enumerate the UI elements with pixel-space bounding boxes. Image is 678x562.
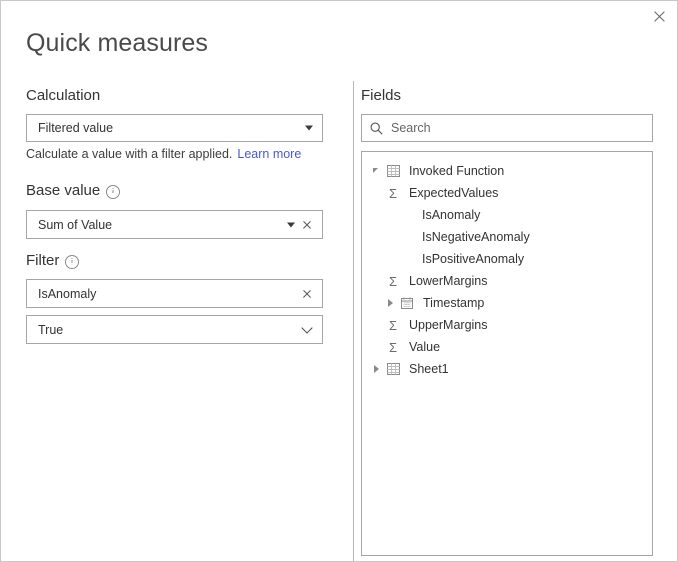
chevron-down-icon[interactable] <box>302 121 316 135</box>
tree-item-invoked-function[interactable]: Invoked Function <box>362 160 652 182</box>
search-icon <box>370 122 383 135</box>
filter-condition-dropdown[interactable]: True <box>26 315 323 344</box>
collapse-triangle-icon[interactable] <box>370 164 384 178</box>
calculation-help-label: Calculate a value with a filter applied. <box>26 147 233 161</box>
tree-item-ispositiveanomaly[interactable]: IsPositiveAnomaly <box>362 248 652 270</box>
grid-icon <box>384 363 402 375</box>
fields-heading-label: Fields <box>361 87 402 104</box>
filter-heading: Filter <box>26 252 80 269</box>
tree-item-isnegativeanomaly[interactable]: IsNegativeAnomaly <box>362 226 652 248</box>
info-icon[interactable] <box>65 254 80 269</box>
calculation-heading: Calculation <box>26 87 100 104</box>
sigma-icon: Σ <box>388 317 398 333</box>
chevron-down-icon[interactable] <box>284 218 298 232</box>
clear-icon[interactable] <box>298 216 316 234</box>
fields-heading: Fields <box>361 87 401 104</box>
tree-item-label: Invoked Function <box>409 164 505 178</box>
base-value-field[interactable]: Sum of Value <box>26 210 323 239</box>
tree-item-value[interactable]: Σ Value <box>362 336 652 358</box>
filter-condition-text: True <box>38 322 64 337</box>
tree-item-label: IsPositiveAnomaly <box>422 252 525 266</box>
calculation-help-text: Calculate a value with a filter applied.… <box>26 147 301 161</box>
tree-item-isanomaly[interactable]: IsAnomaly <box>362 204 652 226</box>
tree-item-label: LowerMargins <box>409 274 488 288</box>
search-box[interactable] <box>361 114 653 142</box>
filter-heading-label: Filter <box>26 252 60 269</box>
tree-item-label: Timestamp <box>423 296 485 310</box>
filter-field-text: IsAnomaly <box>38 286 97 301</box>
sigma-icon: Σ <box>388 185 398 201</box>
grid-icon <box>384 165 402 177</box>
chevron-down-icon[interactable] <box>298 321 316 339</box>
tree-item-lowermargins[interactable]: Σ LowerMargins <box>362 270 652 292</box>
calculation-dropdown[interactable]: Filtered value <box>26 114 323 142</box>
calendar-icon <box>398 297 416 309</box>
tree-item-label: Value <box>409 340 441 354</box>
base-value-text: Sum of Value <box>38 217 113 232</box>
tree-item-label: ExpectedValues <box>409 186 499 200</box>
tree-item-sheet1[interactable]: Sheet1 <box>362 358 652 380</box>
sigma-icon: Σ <box>388 339 398 355</box>
sigma-icon: Σ <box>388 273 398 289</box>
calculation-selected-value: Filtered value <box>38 121 114 135</box>
info-icon[interactable] <box>106 184 121 199</box>
calculation-heading-label: Calculation <box>26 87 101 104</box>
left-panel: Calculation Filtered value Calculate a v… <box>1 1 353 561</box>
expand-triangle-icon[interactable] <box>384 296 398 310</box>
tree-item-label: IsAnomaly <box>422 208 481 222</box>
tree-item-uppermargins[interactable]: Σ UpperMargins <box>362 314 652 336</box>
base-value-heading-label: Base value <box>26 182 101 199</box>
clear-icon[interactable] <box>298 285 316 303</box>
fields-tree[interactable]: Invoked Function Σ ExpectedValues IsAnomaly… <box>361 151 653 556</box>
tree-item-expectedvalues[interactable]: Σ ExpectedValues <box>362 182 652 204</box>
tree-item-label: Sheet1 <box>409 362 449 376</box>
search-input[interactable] <box>391 121 644 135</box>
tree-item-label: UpperMargins <box>409 318 488 332</box>
expand-triangle-icon[interactable] <box>370 362 384 376</box>
filter-field[interactable]: IsAnomaly <box>26 279 323 308</box>
learn-more-link[interactable]: Learn more <box>237 147 301 161</box>
quick-measures-dialog: Quick measures Calculation Filtered valu… <box>0 0 678 562</box>
tree-item-label: IsNegativeAnomaly <box>422 230 530 244</box>
tree-item-timestamp[interactable]: Timestamp <box>362 292 652 314</box>
base-value-heading: Base value <box>26 182 121 199</box>
